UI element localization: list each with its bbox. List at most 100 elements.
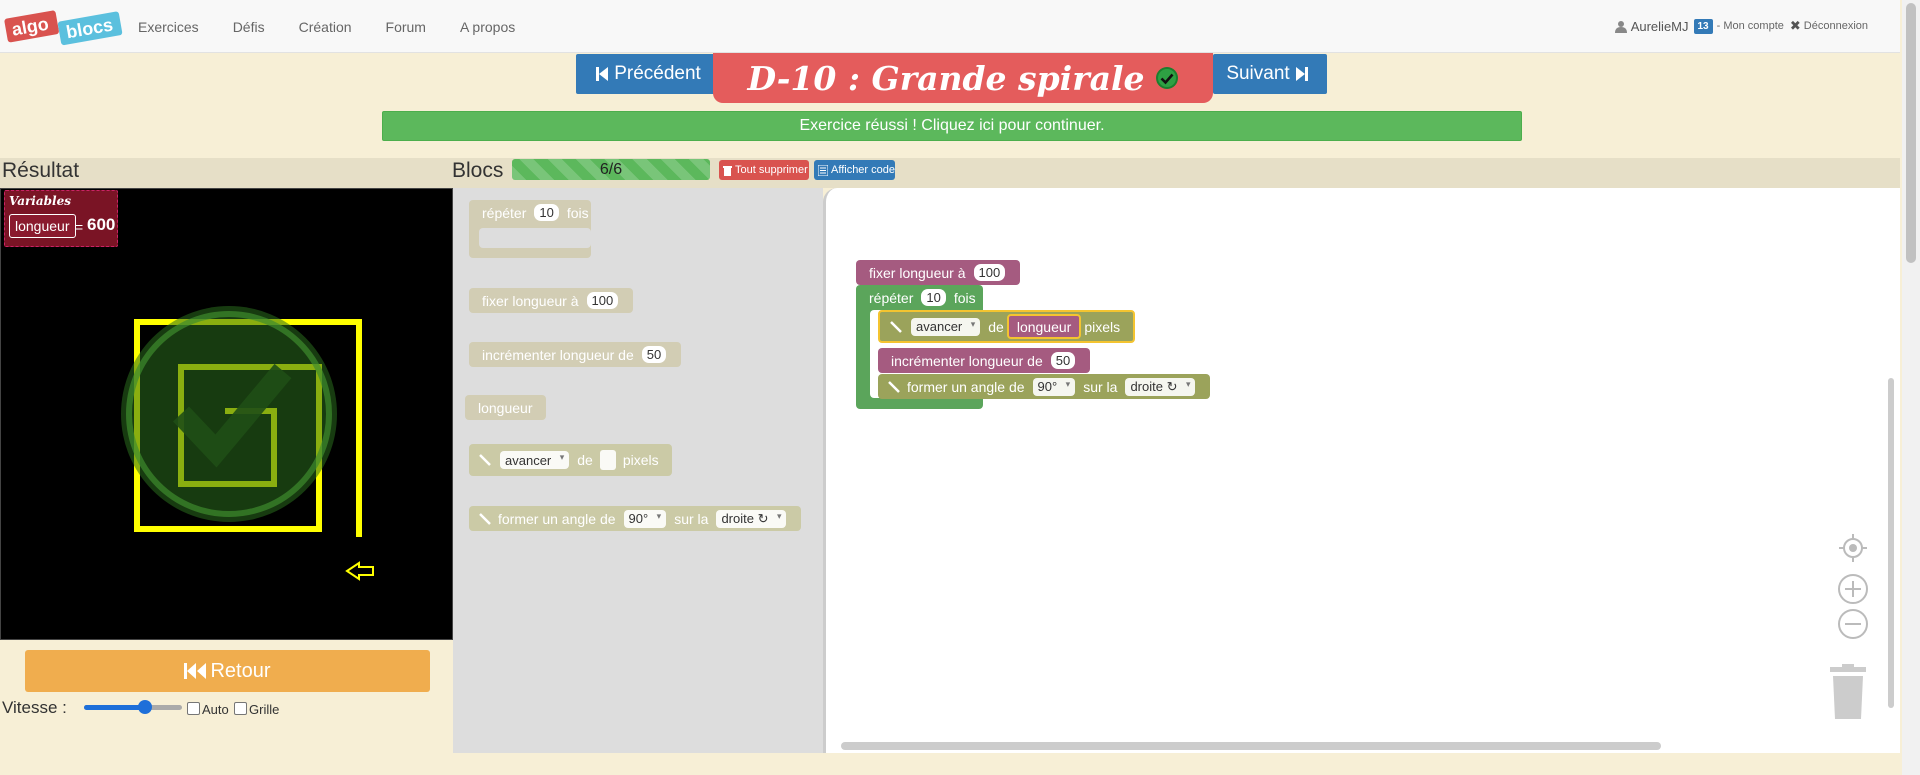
auto-checkbox[interactable] [187,702,200,715]
variables-panel: Variables longueur = 600 [4,190,118,247]
toolbox-turn-prefix: former un angle de [498,510,616,527]
ws-turn-prefix: former un angle de [907,378,1025,395]
ws-repeat-prefix: répéter [869,289,914,306]
speed-label: Vitesse : [2,698,67,717]
skip-forward-icon [1295,67,1308,81]
account-link[interactable]: - Mon compte [1717,20,1784,32]
pencil-icon [479,454,491,466]
page-scrollbar-thumb[interactable] [1906,3,1916,263]
ws-forward-block[interactable]: avancer de longueur pixels [878,310,1136,343]
speed-slider-fill [84,705,145,710]
panels-header-bar [0,158,1900,188]
toolbox-set-block[interactable]: fixer longueur à 100 [469,288,634,313]
toolbox-increment-value[interactable]: 50 [641,346,667,363]
ws-set-value[interactable]: 100 [973,264,1006,281]
zoom-out-icon[interactable] [1837,608,1869,640]
blocks-toolbox: répéter 10 fois fixer longueur à 100 inc… [453,188,823,753]
ws-forward-variable[interactable]: longueur [1006,314,1082,339]
list-icon [818,164,828,176]
toolbox-increment-block[interactable]: incrémenter longueur de 50 [469,342,682,367]
ws-forward-dropdown[interactable]: avancer [911,317,981,336]
result-panel-title: Résultat [2,159,80,182]
nav-link-a-propos[interactable]: A propos [460,19,515,35]
toolbox-repeat-header[interactable]: répéter 10 fois [469,200,602,225]
toolbox-turn-angle[interactable]: 90° [623,509,667,528]
speed-slider[interactable] [84,700,182,714]
rewind-icon [184,663,207,679]
toolbox-repeat-count[interactable]: 10 [534,204,559,221]
toolbox-forward-suffix: pixels [622,452,659,468]
turtle-cursor-icon [345,561,374,581]
spiral-drawing [121,306,374,581]
ws-repeat-header[interactable]: répéter 10 fois [856,285,989,310]
toolbox-turn-direction[interactable]: droite ↻ [716,509,787,528]
toolbox-variable-label: longueur [478,399,533,416]
toolbox-turn-block[interactable]: former un angle de 90° sur la droite ↻ [469,506,802,531]
delete-all-button[interactable]: Tout supprimer [719,160,809,180]
previous-label: Précédent [614,63,701,84]
variable-equals: = [75,219,84,235]
pencil-icon [890,320,902,333]
toolbox-turn-sur: sur la [674,510,709,527]
back-label: Retour [210,659,271,682]
toolbox-repeat-prefix: répéter [482,204,527,221]
username[interactable]: AurelieMJ [1631,19,1689,34]
toolbox-forward-block[interactable]: avancer de pixels [469,444,672,476]
back-button[interactable]: Retour [25,650,430,692]
recenter-icon[interactable] [1837,532,1869,564]
pencil-icon [479,512,491,525]
zoom-in-icon[interactable] [1837,573,1869,605]
toolbox-forward-dropdown[interactable]: avancer [500,451,570,469]
trash-icon [723,165,732,176]
logout-link[interactable]: Déconnexion [1804,20,1868,32]
toolbox-repeat-suffix: fois [566,204,589,221]
ws-repeat-count[interactable]: 10 [921,289,946,306]
blocks-progress-text: 6/6 [599,160,623,178]
close-icon: ✖ [1789,18,1801,33]
toolbox-variable-block[interactable]: longueur [465,395,546,420]
show-code-button[interactable]: Afficher code [814,160,895,180]
variable-value: 600 [87,215,116,234]
user-icon [1614,20,1627,33]
ws-forward-suffix: pixels [1084,318,1121,335]
show-code-label: Afficher code [831,164,896,176]
speed-slider-thumb[interactable] [137,700,152,714]
next-label: Suivant [1226,63,1290,84]
variables-title: Variables [9,194,71,208]
nav-link-forum[interactable]: Forum [386,19,426,35]
success-check-overlay [121,306,337,522]
ws-turn-angle[interactable]: 90° [1032,377,1076,396]
ws-set-block[interactable]: fixer longueur à 100 [856,260,1021,285]
check-circle-icon [1155,67,1178,89]
nav-link-exercices[interactable]: Exercices [138,19,199,35]
success-banner[interactable]: Exercice réussi ! Cliquez ici pour conti… [382,111,1522,141]
ws-set-prefix: fixer longueur à [869,264,966,281]
grid-checkbox[interactable] [234,702,247,715]
ws-increment-value[interactable]: 50 [1050,352,1076,369]
grid-label: Grille [249,702,280,717]
auto-label: Auto [202,702,229,717]
next-button[interactable]: Suivant [1213,54,1327,94]
ws-increment-block[interactable]: incrémenter longueur de 50 [878,348,1091,373]
skip-back-icon [596,67,609,81]
nav-link-defis[interactable]: Défis [233,19,265,35]
ws-turn-direction[interactable]: droite ↻ [1125,377,1196,396]
toolbox-forward-socket [599,450,616,470]
blocks-workspace[interactable]: fixer longueur à 100 répéter 10 fois ava… [823,188,1900,753]
ws-forward-variable-label: longueur [1016,318,1072,335]
workspace-horizontal-scrollbar[interactable] [841,742,1661,750]
previous-button[interactable]: Précédent [576,54,715,94]
toolbox-increment-prefix: incrémenter longueur de [482,346,634,363]
trash-can-icon[interactable] [1826,664,1870,720]
ws-forward-de: de [988,318,1004,335]
algoblocs-logo[interactable]: algo blocs [4,6,124,48]
ws-turn-sur: sur la [1083,378,1118,395]
variable-name: longueur [9,214,76,238]
ws-increment-prefix: incrémenter longueur de [891,352,1043,369]
workspace-vertical-scrollbar[interactable] [1888,378,1894,708]
nav-link-creation[interactable]: Création [299,19,352,35]
exercise-title-box: D-10 : Grande spirale [713,53,1213,103]
ws-turn-block[interactable]: former un angle de 90° sur la droite ↻ [878,374,1211,399]
toolbox-set-prefix: fixer longueur à [482,292,579,309]
toolbox-set-value[interactable]: 100 [586,292,619,309]
